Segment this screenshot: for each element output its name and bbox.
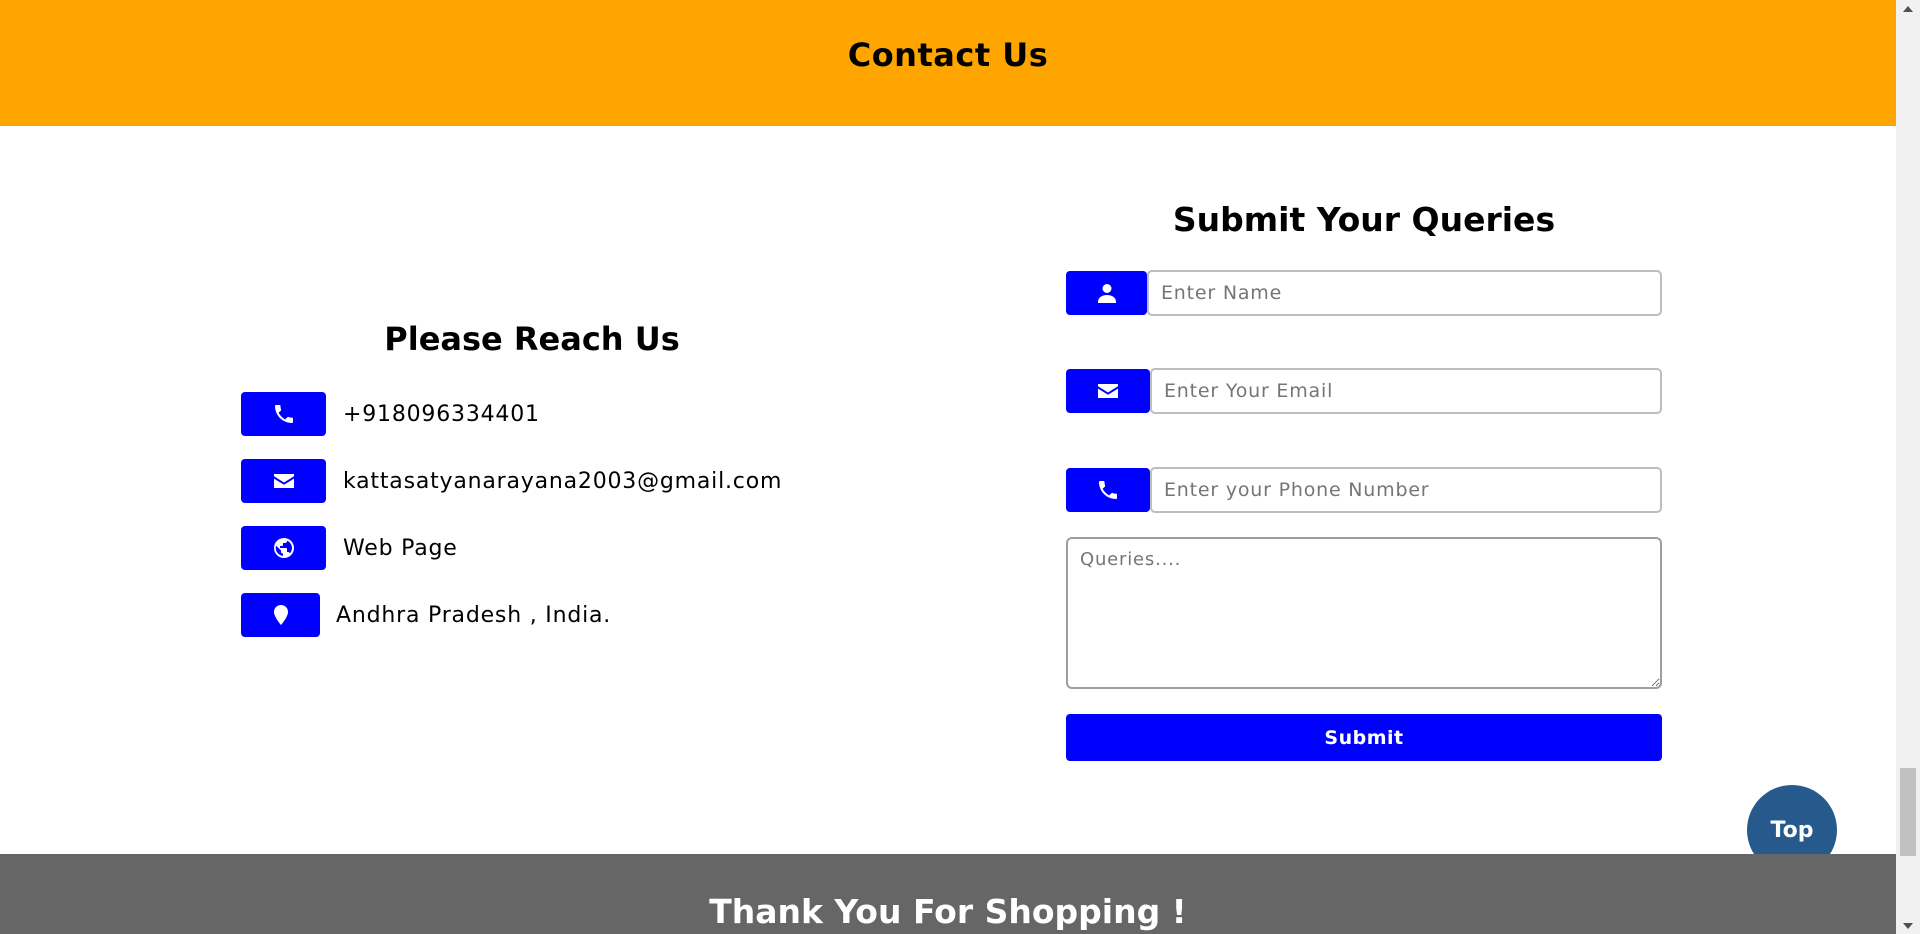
contact-header: Contact Us — [0, 0, 1896, 126]
page: Contact Us Please Reach Us +918096334401… — [0, 0, 1896, 934]
submit-button[interactable]: Submit — [1066, 714, 1662, 761]
globe-icon — [241, 526, 326, 570]
webpage-link[interactable]: Web Page — [343, 536, 458, 561]
name-input[interactable] — [1147, 270, 1662, 316]
reach-title: Please Reach Us — [384, 320, 680, 358]
phone-icon — [1066, 468, 1150, 512]
footer-message: Thank You For Shopping ! — [709, 892, 1187, 931]
contact-phone-row: +918096334401 — [241, 392, 540, 436]
phone-field-row — [1066, 467, 1662, 513]
contact-address-text: Andhra Pradesh , India. — [336, 602, 612, 628]
email-input[interactable] — [1150, 368, 1662, 414]
email-field-row — [1066, 368, 1662, 414]
scroll-down-arrow-icon[interactable] — [1896, 917, 1920, 934]
name-field-row — [1066, 270, 1662, 316]
user-icon — [1066, 271, 1147, 315]
contact-address-row: Andhra Pradesh , India. — [241, 593, 611, 637]
scroll-up-arrow-icon[interactable] — [1896, 0, 1920, 17]
queries-textarea[interactable] — [1066, 537, 1662, 689]
phone-icon — [241, 392, 326, 436]
contact-phone-text: +918096334401 — [343, 401, 540, 427]
vertical-scrollbar[interactable] — [1896, 0, 1920, 934]
form-title: Submit Your Queries — [1172, 200, 1556, 239]
map-marker-icon — [241, 593, 320, 637]
page-title: Contact Us — [847, 36, 1049, 74]
envelope-icon — [241, 459, 326, 503]
footer: Thank You For Shopping ! — [0, 854, 1896, 934]
scrollbar-thumb[interactable] — [1900, 768, 1916, 856]
envelope-icon — [1066, 369, 1150, 413]
contact-email-row: kattasatyanarayana2003@gmail.com — [241, 459, 782, 503]
phone-input[interactable] — [1150, 467, 1662, 513]
contact-webpage-row[interactable]: Web Page — [241, 526, 458, 570]
contact-email-text: kattasatyanarayana2003@gmail.com — [343, 468, 783, 494]
